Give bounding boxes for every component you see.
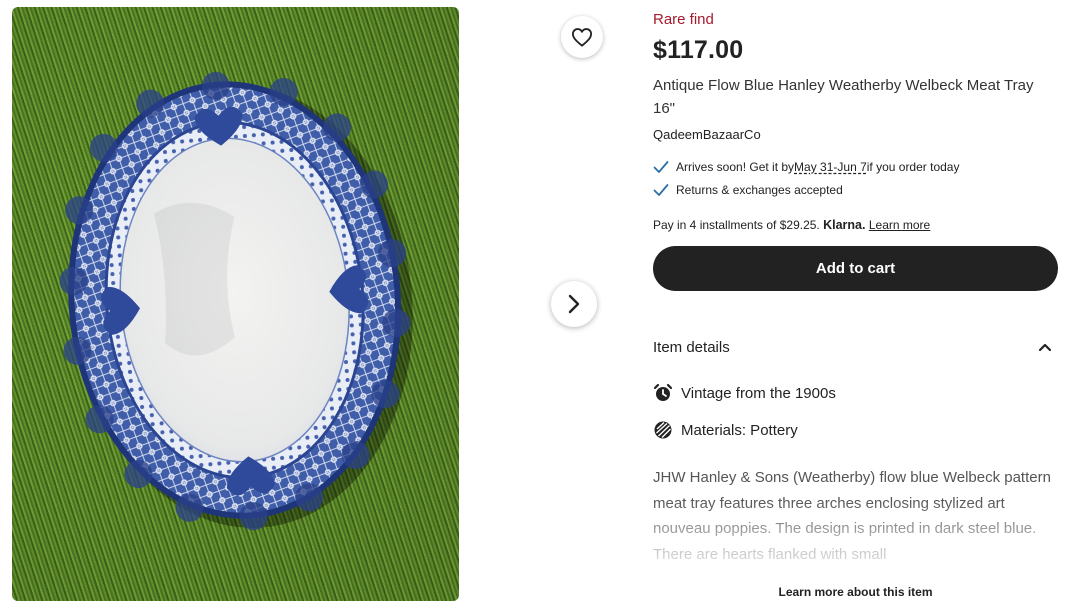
returns-policy: Returns & exchanges accepted [653,183,843,197]
listing-title: Antique Flow Blue Hanley Weatherby Welbe… [653,77,1034,117]
delivery-suffix: if you order today [866,160,960,174]
attribute-vintage: Vintage from the 1900s [653,383,836,403]
next-image-button[interactable] [551,281,597,327]
learn-more-button[interactable]: Learn more about this item [653,585,1058,599]
item-details-heading: Item details [653,338,730,356]
product-photo[interactable] [12,7,459,601]
item-details-toggle[interactable]: Item details [653,330,1058,364]
klarna-logo: Klarna. [823,218,866,232]
flow-blue-platter-image [12,7,459,601]
heart-outline-icon [571,28,593,47]
installments-info: Pay in 4 installments of $29.25. Klarna.… [653,218,930,232]
price: $117.00 [653,36,744,64]
checkmark-icon [653,161,669,173]
attribute-label: Vintage from the 1900s [681,384,836,402]
description-fade [653,500,1058,585]
installments-text: Pay in 4 installments of $29.25. [653,218,820,232]
delivery-estimate: Arrives soon! Get it by May 31-Jun 7 if … [653,160,959,174]
delivery-prefix: Arrives soon! Get it by [676,160,795,174]
delivery-dates[interactable]: May 31-Jun 7 [794,160,867,174]
alarm-clock-icon [653,383,673,401]
attribute-materials: Materials: Pottery [653,420,798,440]
returns-text: Returns & exchanges accepted [676,183,843,197]
attribute-label: Materials: Pottery [681,421,798,439]
add-to-cart-button[interactable]: Add to cart [653,246,1058,291]
materials-icon [654,421,672,439]
chevron-up-icon [1038,343,1052,352]
favorite-button[interactable] [561,16,603,58]
klarna-learn-more-link[interactable]: Learn more [869,218,930,232]
checkmark-icon [653,184,669,196]
shop-name-link[interactable]: QadeemBazaarCo [653,127,761,142]
rare-find-badge: Rare find [653,11,714,28]
chevron-right-icon [568,294,580,314]
